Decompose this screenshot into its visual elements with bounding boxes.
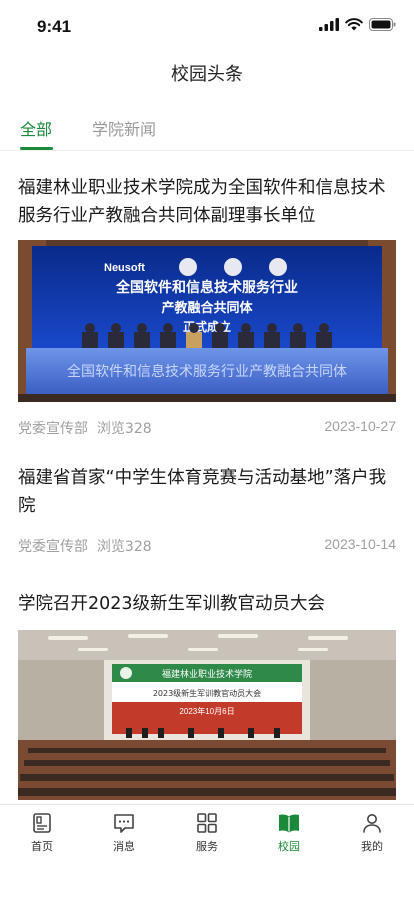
category-tabs: 全部 学院新闻: [0, 102, 414, 151]
signal-icon: [319, 18, 339, 31]
tabbar-label: 我的: [361, 840, 383, 853]
news-date: 2023-10-27: [324, 418, 396, 434]
home-doc-icon: [33, 813, 51, 833]
tabbar-services[interactable]: 服务: [177, 811, 237, 854]
message-icon: [114, 814, 134, 833]
news-image[interactable]: Neusoft 全国软件和信息技术服务行业 产教融合共同体 正式成立 全国软件和…: [18, 240, 396, 402]
tabbar-campus[interactable]: 校园: [259, 811, 319, 854]
ceremony-photo: Neusoft 全国软件和信息技术服务行业 产教融合共同体 正式成立 全国软件和…: [18, 240, 396, 402]
news-source: 党委宣传部: [18, 421, 88, 437]
page-title: 校园头条: [171, 64, 243, 85]
wifi-icon: [345, 18, 363, 31]
banner-logo-text: Neusoft: [104, 262, 145, 274]
tabbar-label: 服务: [196, 840, 218, 853]
battery-icon: [369, 18, 396, 31]
tabbar-label: 校园: [278, 840, 300, 853]
status-icons: [319, 18, 396, 31]
book-icon: [279, 814, 299, 833]
tabbar-label: 消息: [113, 840, 135, 853]
tab-college-news[interactable]: 学院新闻: [92, 116, 156, 140]
tabbar-home[interactable]: 首页: [12, 811, 72, 854]
screen-school-name: 福建林业职业技术学院: [162, 668, 252, 680]
tabbar-label: 首页: [31, 840, 53, 853]
news-feed[interactable]: 福建林业职业技术学院成为全国软件和信息技术服务行业产教融合共同体副理事长单位 N…: [0, 152, 414, 804]
news-title[interactable]: 福建林业职业技术学院成为全国软件和信息技术服务行业产教融合共同体副理事长单位: [18, 174, 396, 230]
news-source-views: 党委宣传部 浏览328: [18, 536, 152, 556]
news-source-views: 党委宣传部 浏览328: [18, 418, 152, 438]
status-bar: 9:41: [0, 0, 414, 52]
news-title[interactable]: 福建省首家“中学生体育竞赛与活动基地”落户我院: [18, 464, 396, 520]
news-title[interactable]: 学院召开2023级新生军训教官动员大会: [18, 590, 396, 618]
banner-title-line1: 全国软件和信息技术服务行业: [115, 279, 298, 296]
status-time: 9:41: [37, 17, 72, 36]
assembly-hall-photo: 福建林业职业技术学院 2023级新生军训教官动员大会 2023年10月6日: [18, 630, 396, 800]
tab-all[interactable]: 全部: [20, 116, 52, 140]
screen-title: 2023级新生军训教官动员大会: [153, 688, 261, 698]
news-views: 浏览328: [96, 539, 152, 555]
person-icon: [363, 814, 381, 833]
news-date: 2023-10-14: [324, 536, 396, 552]
podium-text: 全国软件和信息技术服务行业产教融合共同体: [67, 363, 347, 380]
news-source: 党委宣传部: [18, 539, 88, 555]
banner-title-line2: 产教融合共同体: [161, 300, 253, 316]
active-tab-indicator: [20, 147, 53, 150]
tabbar-messages[interactable]: 消息: [94, 811, 154, 854]
news-item[interactable]: 福建林业职业技术学院成为全国软件和信息技术服务行业产教融合共同体副理事长单位 N…: [18, 174, 396, 440]
screen-date: 2023年10月6日: [179, 706, 234, 716]
news-views: 浏览328: [96, 421, 152, 437]
news-meta: 党委宣传部 浏览328 2023-10-27: [18, 418, 396, 440]
bottom-tab-bar: 首页 消息 服务 校园 我的: [0, 804, 414, 897]
grid-icon: [197, 813, 217, 833]
news-item[interactable]: 福建省首家“中学生体育竞赛与活动基地”落户我院 党委宣传部 浏览328 2023…: [18, 464, 396, 558]
news-item[interactable]: 学院召开2023级新生军训教官动员大会 福建林业职业技术学院 2023级新生军训…: [18, 590, 396, 800]
tabbar-profile[interactable]: 我的: [342, 811, 402, 854]
news-meta: 党委宣传部 浏览328 2023-10-14: [18, 536, 396, 558]
news-image[interactable]: 福建林业职业技术学院 2023级新生军训教官动员大会 2023年10月6日: [18, 630, 396, 800]
